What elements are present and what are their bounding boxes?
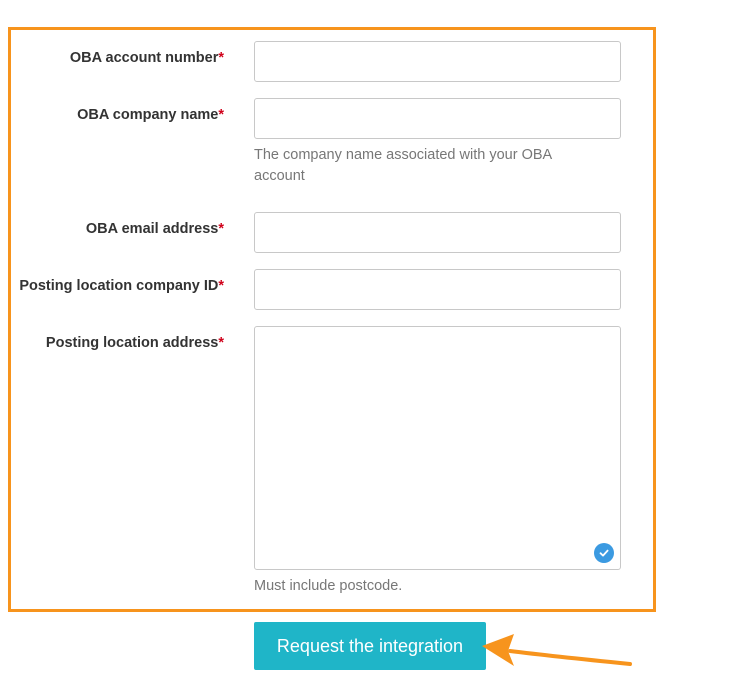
- label-text: OBA company name: [77, 107, 219, 123]
- posting-location-address-textarea[interactable]: [254, 326, 621, 570]
- request-integration-button[interactable]: Request the integration: [254, 622, 486, 670]
- oba-email-address-input[interactable]: [254, 212, 621, 253]
- check-circle-icon: [594, 543, 614, 563]
- label-oba-email-address: OBA email address*: [86, 221, 224, 237]
- required-mark: *: [218, 50, 224, 66]
- company-name-help-text: The company name associated with your OB…: [254, 147, 552, 184]
- pointer-arrow-icon: [482, 634, 632, 666]
- label-posting-location-address: Posting location address*: [46, 335, 224, 351]
- label-oba-account-number: OBA account number*: [70, 50, 224, 66]
- required-mark: *: [218, 335, 224, 351]
- label-text: OBA email address: [85, 221, 219, 237]
- required-mark: *: [218, 107, 224, 123]
- oba-account-number-input[interactable]: [254, 41, 621, 82]
- posting-location-company-id-input[interactable]: [254, 269, 621, 310]
- required-mark: *: [218, 278, 224, 294]
- label-text: Posting location address: [45, 335, 219, 351]
- label-text: Posting location company ID: [19, 278, 219, 294]
- label-posting-location-company-id: Posting location company ID*: [19, 278, 224, 294]
- required-mark: *: [218, 221, 224, 237]
- address-help-text: Must include postcode.: [254, 578, 403, 594]
- oba-company-name-input[interactable]: [254, 98, 621, 139]
- label-text: OBA account number: [69, 50, 219, 66]
- label-oba-company-name: OBA company name*: [77, 107, 224, 123]
